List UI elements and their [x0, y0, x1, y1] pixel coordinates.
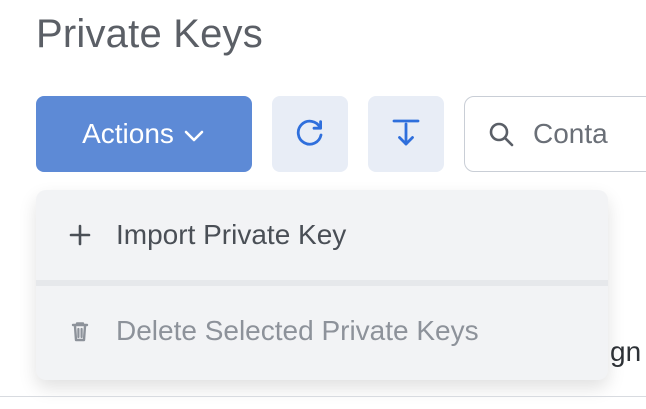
menu-item-label: Import Private Key — [116, 219, 347, 250]
private-keys-page: Private Keys Actions Conta Import Privat… — [0, 0, 646, 409]
refresh-icon — [293, 115, 327, 154]
search-input[interactable]: Conta — [464, 96, 646, 172]
plus-icon — [66, 221, 94, 249]
menu-item-delete-selected-private-keys[interactable]: Delete Selected Private Keys — [36, 286, 608, 376]
actions-button-label: Actions — [82, 118, 174, 149]
search-icon — [487, 120, 515, 148]
table-divider — [0, 396, 646, 397]
page-title: Private Keys — [36, 12, 263, 56]
actions-dropdown-button[interactable]: Actions — [36, 96, 252, 172]
actions-menu: Import Private Key Delete Selected Priva… — [36, 190, 608, 380]
menu-item-label: Delete Selected Private Keys — [116, 315, 479, 346]
trash-icon — [66, 317, 94, 345]
download-button[interactable] — [368, 96, 444, 172]
menu-item-import-private-key[interactable]: Import Private Key — [36, 190, 608, 280]
chevron-down-icon — [182, 122, 206, 146]
download-icon — [386, 112, 426, 157]
background-column-header-fragment: gn — [610, 336, 642, 367]
refresh-button[interactable] — [272, 96, 348, 172]
search-placeholder-text: Conta — [533, 118, 608, 149]
